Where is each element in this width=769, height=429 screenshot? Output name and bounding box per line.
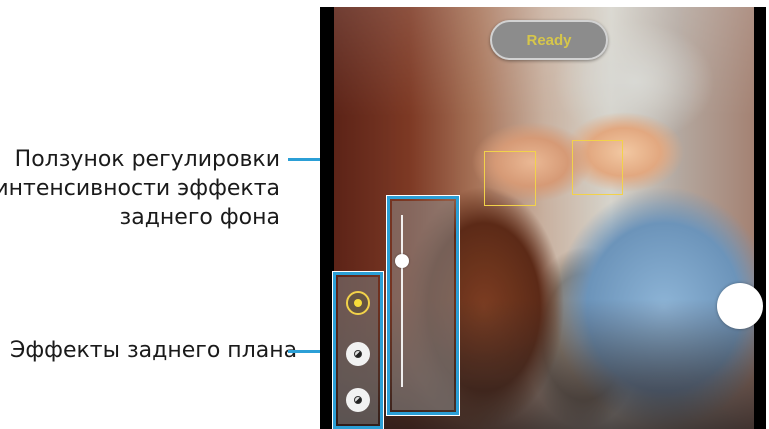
effect-option-icon [354,396,362,404]
effect-option-2-button[interactable] [346,342,370,366]
capture-button[interactable] [717,283,763,329]
slider-annotation-line-2: интенсивности эффекта [0,176,280,201]
slider-annotation-line-1: Ползунок регулировки [14,147,280,172]
slider-highlight-frame [386,195,460,416]
effects-annotation-label: Эффекты заднего плана [10,338,298,363]
effect-option-3-button[interactable] [346,388,370,412]
ready-status-badge: Ready [490,20,608,60]
effect-option-icon [354,350,362,358]
intensity-slider-track[interactable] [401,215,403,387]
effect-option-1-button[interactable] [346,291,370,315]
face-detection-box [572,140,623,195]
camera-screen: Ready [320,7,766,429]
slider-annotation-label: Ползунок регулировки интенсивности эффек… [0,145,280,232]
effect-selected-icon [354,299,362,307]
face-detection-box [484,151,536,206]
slider-annotation-line-3: заднего фона [119,205,280,230]
